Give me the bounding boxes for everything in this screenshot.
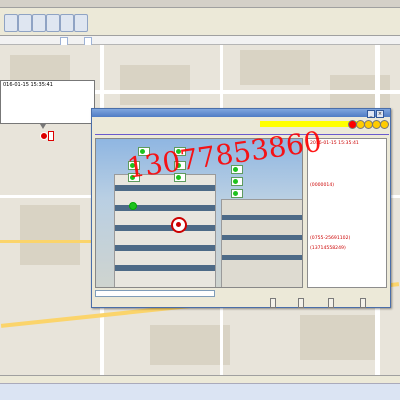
building-band <box>222 235 302 240</box>
detail-value: (0755-25691102) <box>310 235 351 241</box>
alarm-action-button-1[interactable] <box>270 298 276 308</box>
alarm-action-button-4[interactable] <box>360 298 366 308</box>
status-bar <box>0 375 400 383</box>
toolbar-button-1[interactable] <box>4 14 18 32</box>
detail-value: (13714558249) <box>310 246 346 251</box>
alarm-point-icon[interactable] <box>171 217 187 233</box>
building-band <box>222 215 302 220</box>
map-block <box>20 205 80 265</box>
minimize-icon[interactable]: _ <box>367 110 375 118</box>
toolbar-button-3[interactable] <box>32 14 46 32</box>
popup-line: 016-01-15 15:35:41 <box>3 82 53 88</box>
close-icon[interactable]: × <box>376 110 384 118</box>
toolbar-button-6[interactable] <box>74 14 88 32</box>
app-titlebar <box>0 0 400 8</box>
alarm-action-button-3[interactable] <box>328 298 334 308</box>
alarm-note-input[interactable] <box>95 290 215 297</box>
map-block <box>120 65 190 105</box>
map-block <box>300 315 380 360</box>
map-block <box>10 55 70 80</box>
sensor-dot-icon[interactable] <box>129 202 137 210</box>
detail-value: (0000014) <box>310 183 335 188</box>
marker-pin-icon <box>40 132 48 140</box>
map-block <box>240 50 310 85</box>
alarm-action-button-2[interactable] <box>298 298 304 308</box>
detail-row: (0755-25691102) <box>310 236 350 242</box>
popup-pointer <box>40 124 46 129</box>
alarm-location-marker[interactable] <box>40 130 85 141</box>
building-band <box>115 265 215 271</box>
toolbar-button-2[interactable] <box>18 14 32 32</box>
building-band <box>115 185 215 191</box>
building-image <box>114 174 216 287</box>
toolbar-button-4[interactable] <box>46 14 60 32</box>
building-image <box>221 199 302 287</box>
sensor-pill[interactable] <box>231 177 243 186</box>
map-tab-bar <box>0 36 400 46</box>
alarm-button-bar <box>92 297 390 308</box>
building-band <box>115 225 215 231</box>
map-block <box>150 325 230 365</box>
sensor-pill[interactable] <box>231 189 243 198</box>
detail-row: (0000014) <box>310 183 334 189</box>
main-toolbar <box>0 8 400 36</box>
os-taskbar <box>0 383 400 400</box>
toolbar-button-5[interactable] <box>60 14 74 32</box>
map-info-popup: 016-01-15 15:35:41 <box>0 80 95 124</box>
alarm-details-panel: 2016-01-15 15:35:41 (0000014) (0755-256911… <box>307 138 387 288</box>
building-band <box>222 255 302 260</box>
detail-row: (13714558249) <box>310 246 346 252</box>
marker-label <box>48 131 54 141</box>
status-light-icon <box>380 120 389 129</box>
alarm-dialog-titlebar: _ × <box>92 109 390 118</box>
app-title <box>0 1 2 7</box>
building-band <box>115 245 215 251</box>
